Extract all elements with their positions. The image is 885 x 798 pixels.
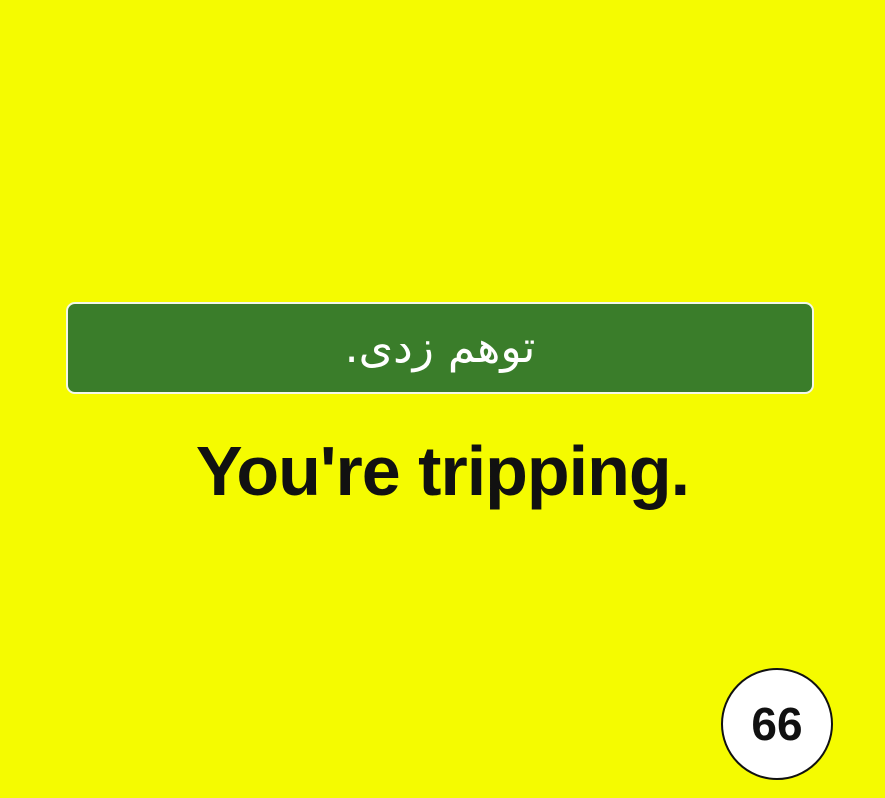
persian-phrase: توهم زدی. bbox=[344, 322, 536, 373]
page-number-badge: 66 bbox=[721, 668, 833, 780]
persian-phrase-banner: توهم زدی. bbox=[66, 302, 814, 394]
page-number: 66 bbox=[751, 698, 803, 750]
english-translation: You're tripping. bbox=[195, 432, 690, 510]
